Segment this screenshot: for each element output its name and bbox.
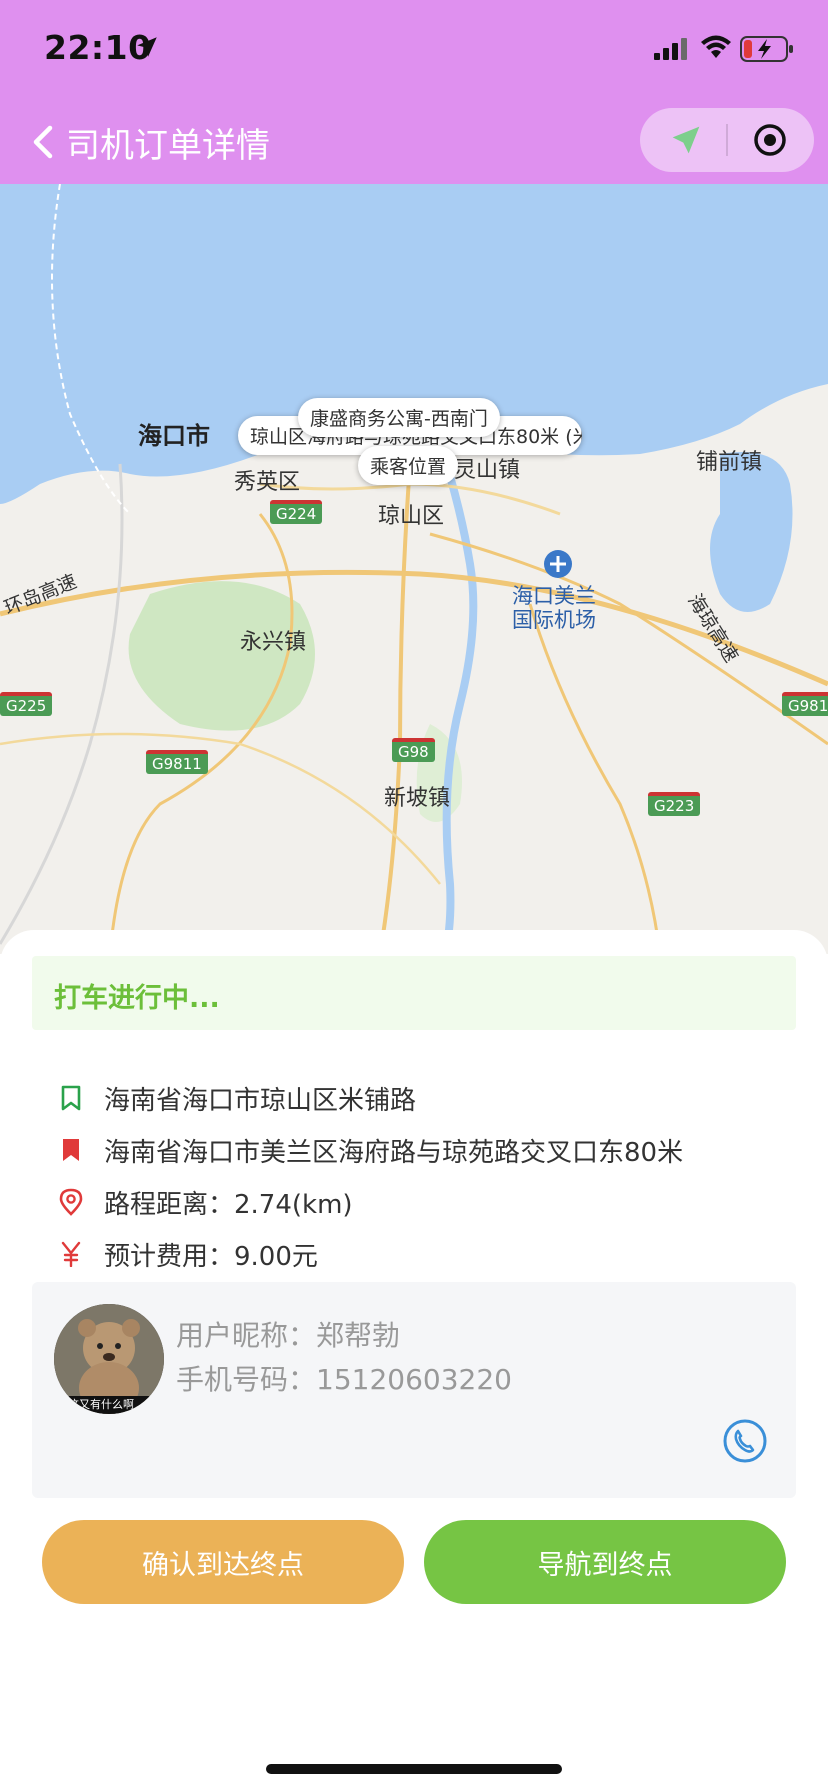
confirm-arrival-button[interactable]: 确认到达终点 bbox=[42, 1520, 404, 1604]
avatar-caption: 这又有什么啊 bbox=[68, 1398, 134, 1411]
bookmark-outline-icon bbox=[56, 1083, 86, 1113]
end-address: 海南省海口市美兰区海府路与琼苑路交叉口东80米 bbox=[104, 1137, 684, 1168]
trip-status-text: 打车进行中... bbox=[54, 983, 220, 1014]
road-shield-g225: G225 bbox=[0, 692, 53, 716]
page-title: 司机订单详情 bbox=[66, 126, 270, 166]
cellular-signal-icon bbox=[654, 38, 687, 60]
map-label-lingshan: 灵山镇 bbox=[454, 458, 521, 483]
map-label-airport-line2: 国际机场 bbox=[512, 608, 596, 632]
map-label-puqian: 铺前镇 bbox=[696, 450, 763, 475]
avatar[interactable]: 这又有什么啊 bbox=[54, 1304, 164, 1414]
map-background bbox=[0, 184, 828, 954]
distance-row: 路程距离：2.74(km) bbox=[56, 1182, 353, 1222]
bookmark-filled-icon bbox=[56, 1135, 86, 1165]
map-view[interactable]: 海口市 秀英区 琼山区 灵山镇 铺前镇 永兴镇 新坡镇 海口美兰 国际机场 环岛… bbox=[0, 184, 828, 954]
location-arrow-icon bbox=[137, 37, 157, 57]
location-pin-icon bbox=[56, 1187, 86, 1217]
home-indicator bbox=[266, 1764, 562, 1774]
estimated-fare: 预计费用：9.00元 bbox=[104, 1241, 318, 1272]
map-label-xiuying: 秀英区 bbox=[234, 470, 301, 495]
trip-distance: 路程距离：2.74(km) bbox=[104, 1189, 353, 1220]
user-phone: 手机号码：15120603220 bbox=[176, 1363, 512, 1396]
end-address-row: 海南省海口市美兰区海府路与琼苑路交叉口东80米 bbox=[56, 1130, 683, 1170]
map-label-qiongshan: 琼山区 bbox=[378, 504, 445, 529]
road-shield-g98: G98 bbox=[392, 738, 435, 762]
battery-low-charging-icon bbox=[740, 36, 793, 62]
navigate-to-destination-button[interactable]: 导航到终点 bbox=[424, 1520, 786, 1604]
start-address-row: 海南省海口市琼山区米铺路 bbox=[56, 1078, 416, 1118]
map-label-xinpo: 新坡镇 bbox=[384, 786, 451, 811]
status-bar: 22:10 bbox=[0, 0, 828, 98]
navigation-bar: 司机订单详情 bbox=[0, 98, 828, 184]
road-shield-g223: G223 bbox=[648, 792, 701, 816]
mini-program-capsule bbox=[640, 108, 814, 172]
map-bubble-passenger[interactable]: 乘客位置 bbox=[358, 446, 459, 485]
map-label-haikou: 海口市 bbox=[138, 422, 210, 450]
road-shield-g224: G224 bbox=[270, 500, 323, 524]
order-detail-panel: 打车进行中... 海南省海口市琼山区米铺路 海南省海口市美兰区海府路与琼苑路交叉… bbox=[0, 930, 828, 1792]
navigation-icon[interactable] bbox=[670, 124, 702, 156]
map-label-yongxing: 永兴镇 bbox=[240, 630, 307, 655]
target-icon[interactable] bbox=[750, 120, 790, 160]
road-shield-g9811: G9811 bbox=[146, 750, 208, 774]
road-shield-g9812: G9812 bbox=[782, 692, 828, 716]
map-bubble-start-location[interactable]: 康盛商务公寓-西南门 bbox=[298, 398, 500, 437]
trip-status-banner: 打车进行中... bbox=[32, 956, 796, 1030]
phone-call-icon[interactable] bbox=[722, 1418, 768, 1464]
yuan-icon bbox=[56, 1239, 86, 1269]
passenger-card: 这又有什么啊 用户昵称：郑帮勃 手机号码：15120603220 bbox=[32, 1282, 796, 1498]
start-address: 海南省海口市琼山区米铺路 bbox=[104, 1085, 417, 1116]
user-nickname: 用户昵称：郑帮勃 bbox=[176, 1319, 401, 1352]
wifi-icon bbox=[701, 35, 731, 58]
capsule-divider bbox=[726, 124, 728, 156]
chevron-left-icon[interactable] bbox=[24, 120, 64, 164]
fare-row: 预计费用：9.00元 bbox=[56, 1234, 318, 1274]
